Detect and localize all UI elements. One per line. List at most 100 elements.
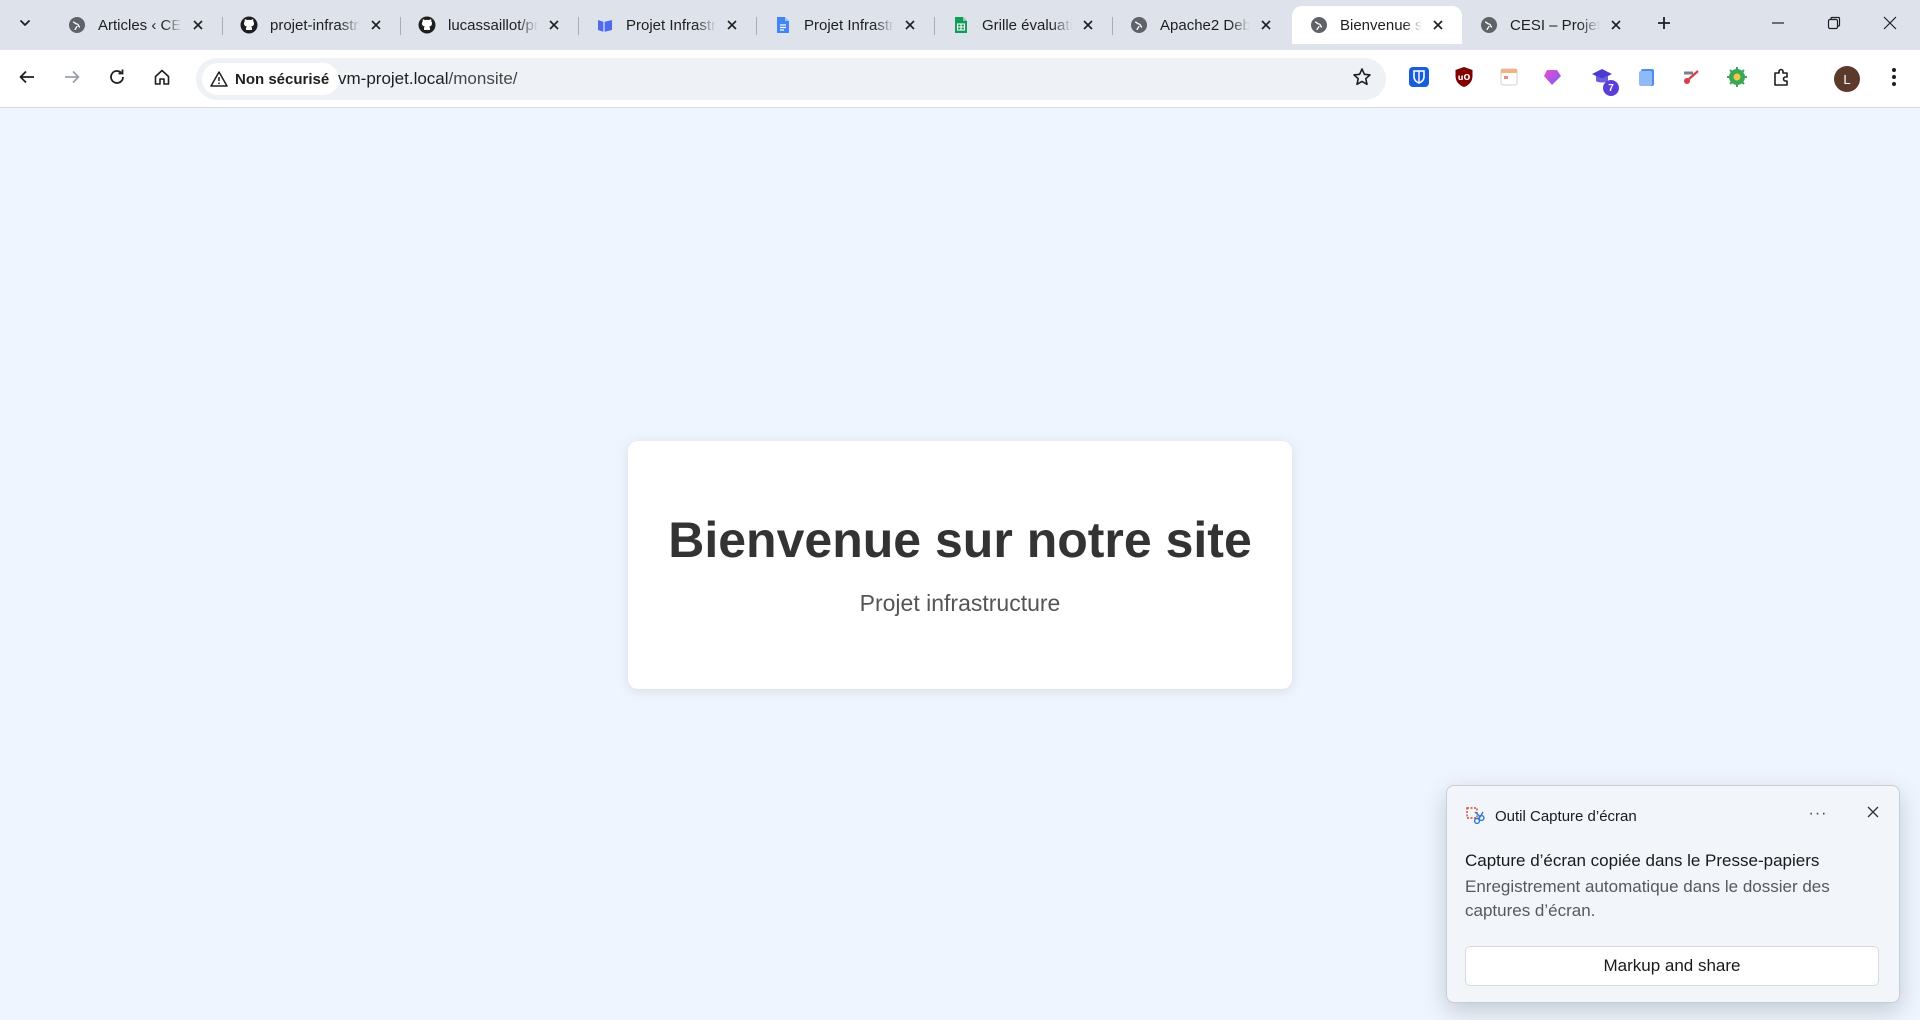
- tab-bienvenue[interactable]: Bienvenue sur notre site: [1292, 6, 1462, 44]
- tab-cesi-projet[interactable]: CESI – Projet: [1462, 6, 1640, 44]
- extension-badge: 7: [1603, 80, 1619, 96]
- close-icon: [1883, 16, 1897, 35]
- browser-menu-button[interactable]: [1880, 63, 1908, 95]
- puzzle-icon: [1771, 66, 1793, 93]
- reload-icon: [108, 68, 126, 91]
- tab-title: lucassaillot/projet: [448, 16, 538, 34]
- tab-close-icon[interactable]: [1606, 15, 1626, 35]
- more-vertical-icon: [1891, 67, 1897, 92]
- green-extension[interactable]: [1724, 66, 1750, 92]
- snipping-tool-icon: [1465, 806, 1485, 826]
- docs-icon: [774, 16, 792, 34]
- scissors-icon: [1680, 66, 1702, 93]
- teams-extension[interactable]: 7: [1589, 66, 1619, 96]
- close-icon: [1867, 805, 1879, 823]
- security-chip[interactable]: Non sécurisé: [202, 63, 340, 95]
- globe-icon: [68, 16, 86, 34]
- tab-title: CESI – Projet: [1510, 16, 1600, 34]
- tab-articles[interactable]: Articles ‹ CESI: [50, 6, 223, 44]
- url-text[interactable]: vm-projet.local/monsite/: [338, 69, 518, 89]
- reload-button[interactable]: [101, 63, 133, 95]
- minimize-icon: [1771, 16, 1785, 35]
- calendar-icon: [1498, 66, 1520, 93]
- tab-title: Projet Infrastructure: [804, 16, 894, 34]
- welcome-card: Bienvenue sur notre site Projet infrastr…: [628, 441, 1292, 689]
- gradient-extension[interactable]: [1540, 66, 1566, 92]
- profile-avatar[interactable]: L: [1834, 66, 1860, 92]
- tab-close-icon[interactable]: [188, 15, 208, 35]
- page-heading: Bienvenue sur notre site: [668, 512, 1252, 568]
- snip-extension[interactable]: [1678, 66, 1704, 92]
- tab-strip: Articles ‹ CESI projet-infrastructure lu…: [0, 0, 1920, 50]
- arrow-right-icon: [63, 68, 81, 91]
- notification-more-button[interactable]: ···: [1803, 800, 1833, 828]
- url-path: /monsite/: [448, 69, 518, 88]
- github-icon: [418, 16, 436, 34]
- tab-apache2-debian[interactable]: Apache2 Debian: [1112, 6, 1290, 44]
- clipboard-icon: [1636, 66, 1658, 93]
- gear-icon: [1726, 66, 1748, 93]
- home-icon: [153, 68, 171, 91]
- tab-search-button[interactable]: [10, 10, 40, 40]
- arrow-left-icon: [18, 68, 36, 91]
- security-label: Non sécurisé: [235, 70, 330, 88]
- globe-icon: [1130, 16, 1148, 34]
- tab-title: Bienvenue sur notre site: [1340, 16, 1422, 34]
- tab-title: projet-infrastructure: [270, 16, 360, 34]
- forward-button[interactable]: [56, 63, 88, 95]
- url-host: vm-projet.local: [338, 69, 449, 88]
- tab-title: Grille évaluation: [982, 16, 1072, 34]
- minimize-button[interactable]: [1750, 0, 1806, 50]
- notification-header: Outil Capture d’écran: [1465, 806, 1637, 826]
- ublock-icon: uO: [1453, 66, 1475, 93]
- tab-title: Projet Infrastructure: [626, 16, 716, 34]
- diamond-icon: [1542, 66, 1564, 93]
- tab-grille-evaluation[interactable]: Grille évaluation: [934, 6, 1113, 44]
- tab-projet-infrastructure[interactable]: projet-infrastructure: [222, 6, 401, 44]
- tab-close-icon[interactable]: [1428, 15, 1448, 35]
- clipboard-extension[interactable]: [1634, 66, 1660, 92]
- address-bar[interactable]: Non sécurisé vm-projet.local/monsite/: [196, 58, 1386, 100]
- tab-lucassaillot[interactable]: lucassaillot/projet: [400, 6, 579, 44]
- page-subheading: Projet infrastructure: [859, 590, 1061, 616]
- tab-close-icon[interactable]: [366, 15, 386, 35]
- browser-toolbar: Non sécurisé vm-projet.local/monsite/ uO…: [0, 50, 1920, 108]
- new-tab-button[interactable]: [1650, 11, 1678, 39]
- globe-icon: [1480, 16, 1498, 34]
- bookmark-star-button[interactable]: [1350, 67, 1374, 91]
- tab-close-icon[interactable]: [722, 15, 742, 35]
- back-button[interactable]: [11, 63, 43, 95]
- home-button[interactable]: [146, 63, 178, 95]
- notification-close-button[interactable]: [1859, 800, 1887, 828]
- tab-close-icon[interactable]: [1256, 15, 1276, 35]
- snipping-tool-notification[interactable]: Outil Capture d’écran ··· Capture d’écra…: [1446, 785, 1900, 1003]
- plus-icon: [1656, 15, 1672, 36]
- tab-close-icon[interactable]: [544, 15, 564, 35]
- warning-icon: [210, 70, 228, 88]
- tab-projet-infrastructure-classroom[interactable]: Projet Infrastructure: [578, 6, 757, 44]
- sheets-icon: [952, 16, 970, 34]
- globe-icon: [1310, 16, 1328, 34]
- tab-projet-infrastructure-docs[interactable]: Projet Infrastructure: [756, 6, 935, 44]
- github-icon: [240, 16, 258, 34]
- extensions-menu-button[interactable]: [1769, 66, 1795, 92]
- tab-close-icon[interactable]: [900, 15, 920, 35]
- star-icon: [1352, 67, 1372, 92]
- ublock-extension[interactable]: uO: [1451, 66, 1477, 92]
- restore-button[interactable]: [1806, 0, 1862, 50]
- tab-close-icon[interactable]: [1078, 15, 1098, 35]
- bitwarden-extension[interactable]: [1406, 66, 1432, 92]
- notification-body: Enregistrement automatique dans le dossi…: [1465, 877, 1830, 920]
- markup-and-share-button[interactable]: Markup and share: [1465, 946, 1879, 986]
- svg-text:uO: uO: [1458, 73, 1471, 82]
- chevron-down-icon: [18, 16, 32, 35]
- tab-title: Articles ‹ CESI: [98, 16, 182, 34]
- classroom-icon: [596, 16, 614, 34]
- window-close-button[interactable]: [1862, 0, 1918, 50]
- tab-title: Apache2 Debian: [1160, 16, 1250, 34]
- notification-app-name: Outil Capture d’écran: [1495, 807, 1637, 825]
- bitwarden-icon: [1408, 66, 1430, 93]
- restore-icon: [1827, 16, 1841, 35]
- calendar-extension[interactable]: [1496, 66, 1522, 92]
- notification-title: Capture d’écran copiée dans le Presse-pa…: [1465, 851, 1820, 870]
